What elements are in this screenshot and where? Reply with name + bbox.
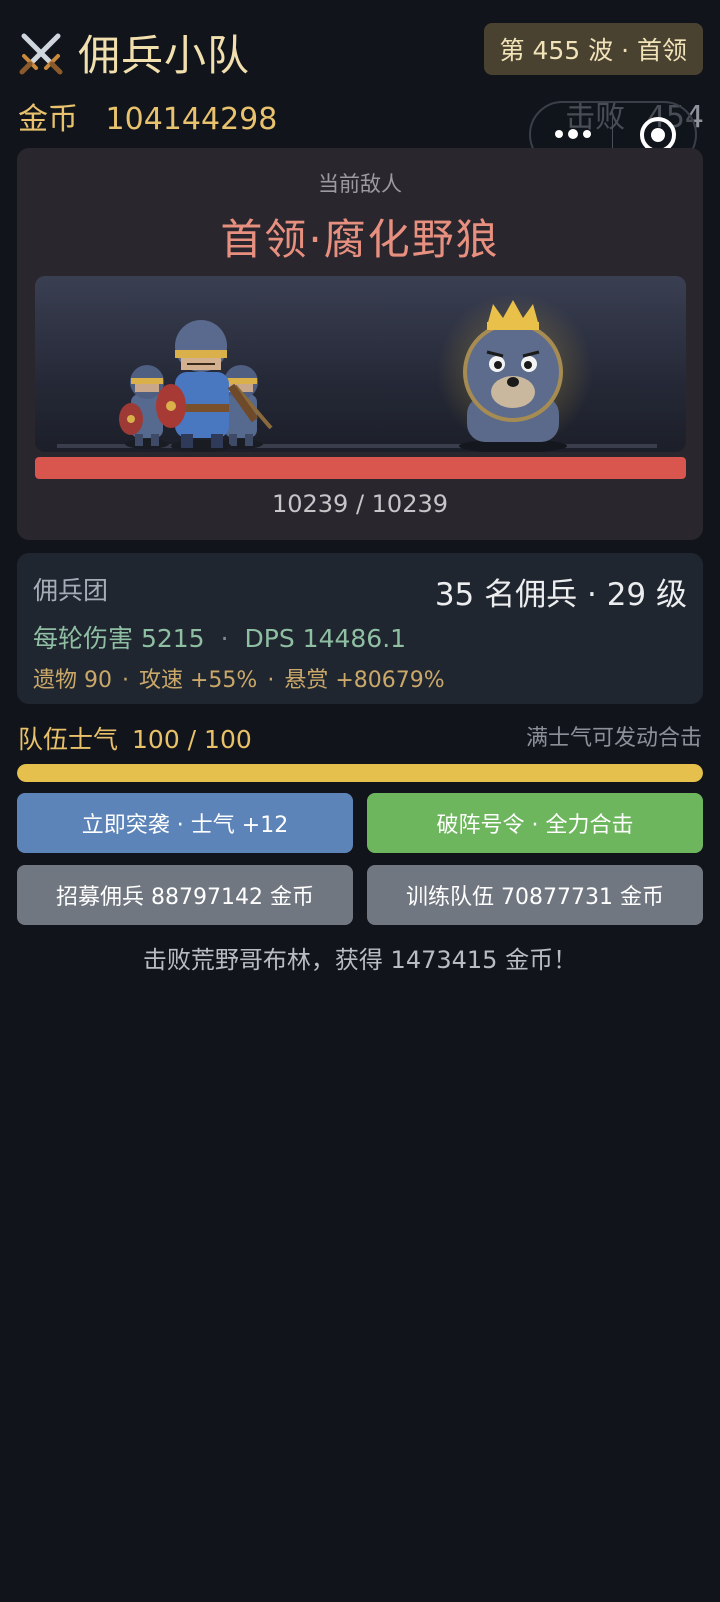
mercenary-damage-row: 每轮伤害 5215 · DPS 14486.1 <box>33 619 406 655</box>
boss-hp-bar <box>35 457 686 479</box>
more-dots-icon[interactable] <box>553 121 593 147</box>
gold-value: 104144298 <box>105 102 278 137</box>
mercenary-title: 佣兵团 <box>33 576 109 605</box>
bounty-value: 悬赏 +80679% <box>284 668 445 693</box>
separator-dot: · <box>122 668 129 693</box>
morale-bar <box>17 764 703 782</box>
boss-hp-text: 10239 / 10239 <box>271 490 449 518</box>
game-title: 佣兵小队 <box>78 31 251 80</box>
attack-speed-value: 攻速 +55% <box>139 668 258 693</box>
morale-label: 队伍士气 <box>18 725 119 754</box>
separator-dot: · <box>220 624 229 653</box>
capsule-divider <box>612 117 613 151</box>
gold-label: 金币 <box>18 102 78 137</box>
gold-counter: 金币 104144298 <box>18 94 277 138</box>
battle-log-message: 击败荒野哥布林，获得 1473415 金币！ <box>142 946 578 974</box>
battle-scene <box>35 276 686 452</box>
battle-order-button[interactable]: 破阵号令 · 全力合击 <box>367 793 703 853</box>
title-group: 佣兵小队 <box>16 22 250 83</box>
mercenary-bonus-row: 遗物 90 · 攻速 +55% · 悬赏 +80679% <box>33 662 445 694</box>
morale-label-group: 队伍士气 100 / 100 <box>18 720 252 756</box>
relics-value: 遗物 90 <box>33 668 112 693</box>
mercenary-card: 佣兵团 35 名佣兵 · 29 级 每轮伤害 5215 · DPS 14486.1 … <box>17 553 703 704</box>
boss-wolf-sprite <box>437 293 593 452</box>
mercenary-summary: 35 名佣兵 · 29 级 <box>434 577 687 613</box>
battle-scene-art <box>57 293 657 452</box>
enemy-name: 首领·腐化野狼 <box>220 215 500 264</box>
morale-value: 100 / 100 <box>132 725 252 754</box>
round-damage: 每轮伤害 5215 <box>33 624 205 653</box>
train-button[interactable]: 训练队伍 70877731 金币 <box>367 865 703 925</box>
dps-value: DPS 14486.1 <box>244 624 407 653</box>
morale-hint: 满士气可发动合击 <box>525 726 702 751</box>
wave-badge: 第 455 波 · 首领 <box>483 23 703 75</box>
raid-button[interactable]: 立即突袭 · 士气 +12 <box>17 793 353 853</box>
current-enemy-label: 当前敌人 <box>318 172 402 196</box>
recruit-button[interactable]: 招募佣兵 88797142 金币 <box>17 865 353 925</box>
separator-dot: · <box>267 668 275 693</box>
morale-fill <box>17 764 703 782</box>
crossed-swords-icon <box>19 33 63 74</box>
enemy-card: 当前敌人 首领·腐化野狼 10239 / 10239 <box>17 148 703 540</box>
boss-hp-fill <box>35 457 686 479</box>
